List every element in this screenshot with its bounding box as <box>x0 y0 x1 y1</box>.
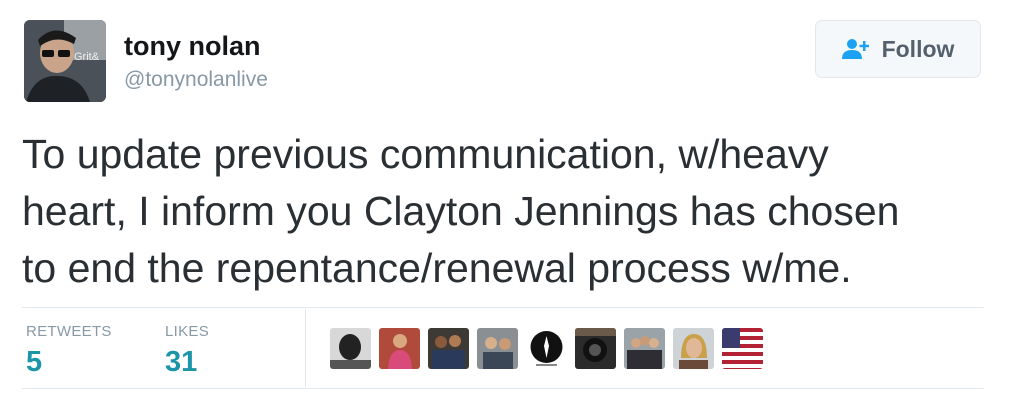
add-user-icon <box>841 38 870 60</box>
likers-avatar-list <box>330 328 763 370</box>
stats-divider-bottom <box>22 388 984 389</box>
liker-avatar-2[interactable] <box>379 328 420 369</box>
liker-avatar-9[interactable] <box>722 328 763 369</box>
retweets-count[interactable]: 5 <box>26 345 42 379</box>
svg-text:Grit&: Grit& <box>74 51 100 63</box>
tweet-line: To update previous communication, w/heav… <box>22 131 829 177</box>
user-avatar[interactable]: Grit& <box>24 20 106 102</box>
tweet-line: to end the repentance/renewal process w/… <box>22 245 852 291</box>
tweet-line: heart, I inform you Clayton Jennings has… <box>22 188 900 234</box>
likes-count[interactable]: 31 <box>165 345 197 379</box>
liker-avatar-4[interactable] <box>477 328 518 369</box>
liker-avatar-1[interactable] <box>330 328 371 369</box>
liker-avatar-6[interactable] <box>575 328 616 369</box>
user-display-name[interactable]: tony nolan <box>124 30 261 62</box>
liker-avatar-8[interactable] <box>673 328 714 369</box>
likes-label[interactable]: LIKES <box>165 323 209 340</box>
stats-divider-top <box>22 307 984 308</box>
liker-avatar-3[interactable] <box>428 328 469 369</box>
follow-button[interactable]: Follow <box>815 20 981 78</box>
user-handle[interactable]: @tonynolanlive <box>124 67 268 93</box>
follow-button-label: Follow <box>881 35 955 62</box>
stats-divider-vertical <box>305 309 306 387</box>
tweet-text: To update previous communication, w/heav… <box>22 126 982 297</box>
retweets-label[interactable]: RETWEETS <box>26 323 112 340</box>
liker-avatar-7[interactable] <box>624 328 665 369</box>
liker-avatar-5[interactable] <box>526 328 567 369</box>
